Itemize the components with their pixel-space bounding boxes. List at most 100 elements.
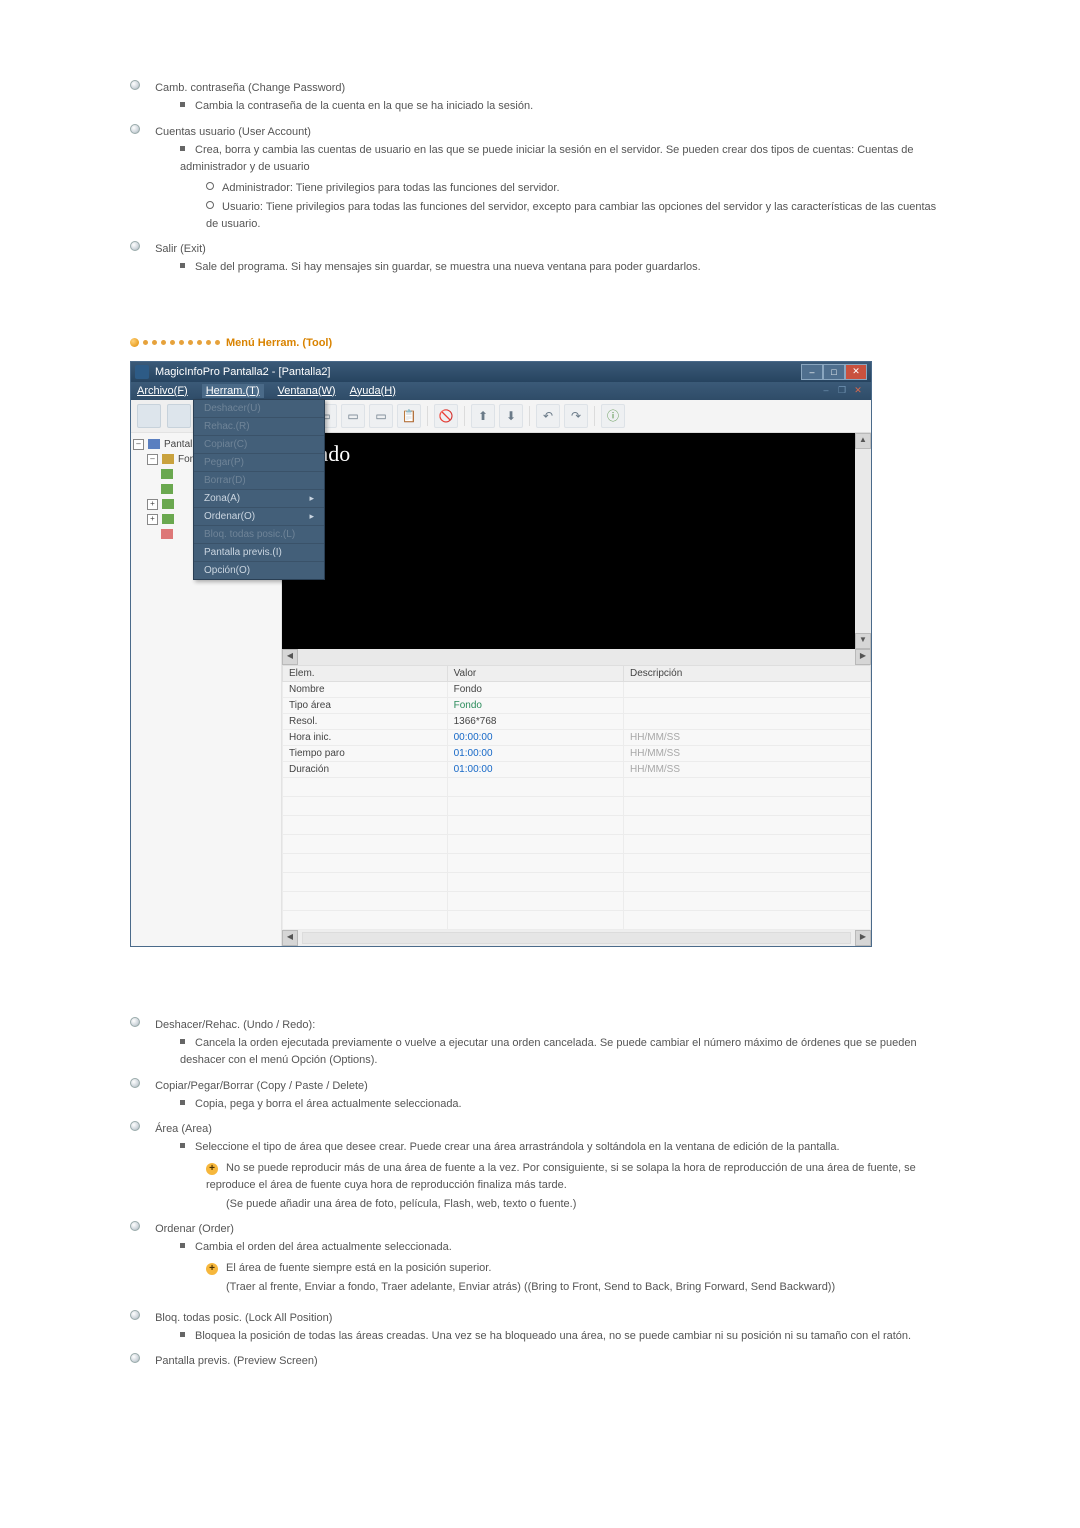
menu-item-delete[interactable]: Borrar(D) bbox=[194, 472, 324, 490]
scroll-up-icon[interactable]: ▲ bbox=[855, 433, 871, 449]
table-row[interactable]: Tipo áreaFondo bbox=[283, 697, 871, 713]
menu-help[interactable]: Ayuda(H) bbox=[350, 385, 396, 397]
menu-item-lock[interactable]: Bloq. todas posic.(L) bbox=[194, 526, 324, 544]
menu-item-order[interactable]: Ordenar(O) bbox=[194, 508, 324, 526]
table-row[interactable]: Hora inic.00:00:00HH/MM/SS bbox=[283, 729, 871, 745]
prop-value: Fondo bbox=[447, 681, 623, 697]
table-row[interactable]: Resol.1366*768 bbox=[283, 713, 871, 729]
lower-item-sub: Cambia el orden del área actualmente sel… bbox=[195, 1241, 452, 1253]
minimize-button[interactable]: – bbox=[801, 364, 823, 380]
scroll-down-icon[interactable]: ▼ bbox=[855, 633, 871, 649]
table-row[interactable]: Tiempo paro01:00:00HH/MM/SS bbox=[283, 745, 871, 761]
prop-desc: HH/MM/SS bbox=[624, 729, 871, 745]
toolbar-icon[interactable]: 🚫 bbox=[434, 404, 458, 428]
doc-close-button[interactable]: ✕ bbox=[851, 385, 865, 397]
prop-value: 00:00:00 bbox=[447, 729, 623, 745]
bullet-ring-icon bbox=[206, 182, 214, 190]
left-tool-icon[interactable] bbox=[137, 404, 161, 428]
tool-menu-dropdown: Deshacer(U) Rehac.(R) Copiar(C) Pegar(P)… bbox=[193, 399, 325, 580]
section-heading-row: Menú Herram. (Tool) bbox=[130, 337, 950, 349]
app-icon bbox=[135, 365, 149, 379]
col-desc: Descripción bbox=[624, 665, 871, 681]
lower-list: Deshacer/Rehac. (Undo / Redo): Cancela l… bbox=[130, 1017, 950, 1368]
intro-item-title: Camb. contraseña (Change Password) bbox=[155, 82, 345, 94]
tree-expand-icon[interactable]: + bbox=[147, 514, 158, 525]
toolbar-send-back-icon[interactable]: ⬇ bbox=[499, 404, 523, 428]
prop-item: Tipo área bbox=[283, 697, 448, 713]
lower-item-title: Deshacer/Rehac. (Undo / Redo): bbox=[155, 1019, 315, 1031]
menu-item-preview[interactable]: Pantalla previs.(I) bbox=[194, 544, 324, 562]
intro-item-subsub: Usuario: Tiene privilegios para todas la… bbox=[206, 201, 936, 230]
scroll-left-icon[interactable]: ◀ bbox=[282, 930, 298, 946]
app-window: MagicInfoPro Pantalla2 - [Pantalla2] – □… bbox=[130, 361, 872, 947]
toolbar-icon[interactable]: 📋 bbox=[397, 404, 421, 428]
intro-item-sub: Cambia la contraseña de la cuenta en la … bbox=[195, 100, 533, 112]
properties-hscrollbar[interactable]: ◀ ▶ bbox=[282, 930, 871, 946]
menu-tool[interactable]: Herram.(T) bbox=[202, 384, 264, 398]
toolbar-icon[interactable]: ▭ bbox=[369, 404, 393, 428]
toolbar-icon[interactable]: ▭ bbox=[341, 404, 365, 428]
toolbar-redo-icon[interactable]: ↷ bbox=[564, 404, 588, 428]
canvas-hscrollbar[interactable]: ◀ ▶ bbox=[282, 649, 871, 665]
node-icon bbox=[161, 529, 173, 539]
node-icon bbox=[161, 484, 173, 494]
intro-list: Camb. contraseña (Change Password) Cambi… bbox=[130, 80, 950, 277]
toolbar-undo-icon[interactable]: ↶ bbox=[536, 404, 560, 428]
menu-window[interactable]: Ventana(W) bbox=[278, 385, 336, 397]
node-icon bbox=[162, 499, 174, 509]
bullet-icon bbox=[130, 1017, 140, 1027]
folder-icon bbox=[162, 454, 174, 464]
menu-item-redo[interactable]: Rehac.(R) bbox=[194, 418, 324, 436]
doc-minimize-button[interactable]: – bbox=[819, 385, 833, 397]
menu-item-paste[interactable]: Pegar(P) bbox=[194, 454, 324, 472]
tree-collapse-icon[interactable]: – bbox=[133, 439, 144, 450]
toolbar-separator bbox=[529, 406, 530, 426]
prop-value: 01:00:00 bbox=[447, 745, 623, 761]
doc-restore-button[interactable]: ❐ bbox=[835, 385, 849, 397]
tree-expand-icon[interactable]: + bbox=[147, 499, 158, 510]
bullet-icon bbox=[130, 1121, 140, 1131]
scroll-left-icon[interactable]: ◀ bbox=[282, 649, 298, 665]
window-title: MagicInfoPro Pantalla2 - [Pantalla2] bbox=[155, 366, 331, 378]
prop-desc: HH/MM/SS bbox=[624, 745, 871, 761]
prop-desc bbox=[624, 713, 871, 729]
plus-icon: + bbox=[206, 1163, 218, 1175]
bullet-ring-icon bbox=[206, 201, 214, 209]
bullet-square-icon bbox=[180, 146, 185, 151]
prop-value: 01:00:00 bbox=[447, 761, 623, 777]
menu-file[interactable]: Archivo(F) bbox=[137, 385, 188, 397]
menu-item-undo[interactable]: Deshacer(U) bbox=[194, 400, 324, 418]
lower-item-sub: Cancela la orden ejecutada previamente o… bbox=[180, 1037, 917, 1067]
bullet-square-icon bbox=[180, 1332, 185, 1337]
table-row[interactable]: NombreFondo bbox=[283, 681, 871, 697]
bullet-icon bbox=[130, 1353, 140, 1363]
lower-item-sub: Seleccione el tipo de área que desee cre… bbox=[195, 1141, 840, 1153]
toolbar-separator bbox=[427, 406, 428, 426]
prop-desc bbox=[624, 681, 871, 697]
intro-item-title: Salir (Exit) bbox=[155, 243, 206, 255]
prop-item: Resol. bbox=[283, 713, 448, 729]
tree-collapse-icon[interactable]: – bbox=[147, 454, 158, 465]
bullet-square-icon bbox=[180, 102, 185, 107]
maximize-button[interactable]: □ bbox=[823, 364, 845, 380]
close-button[interactable]: ✕ bbox=[845, 364, 867, 380]
col-value: Valor bbox=[447, 665, 623, 681]
canvas-area[interactable]: Fondo bbox=[282, 433, 855, 649]
toolbar-bring-front-icon[interactable]: ⬆ bbox=[471, 404, 495, 428]
prop-value: 1366*768 bbox=[447, 713, 623, 729]
canvas-vscrollbar[interactable]: ▲ ▼ bbox=[855, 433, 871, 649]
properties-table: Elem. Valor Descripción NombreFondoTipo … bbox=[282, 665, 871, 930]
menu-item-zone[interactable]: Zona(A) bbox=[194, 490, 324, 508]
col-item: Elem. bbox=[283, 665, 448, 681]
table-row[interactable]: Duración01:00:00HH/MM/SS bbox=[283, 761, 871, 777]
left-tool-icon[interactable] bbox=[167, 404, 191, 428]
toolbar-separator bbox=[594, 406, 595, 426]
scroll-right-icon[interactable]: ▶ bbox=[855, 930, 871, 946]
bullet-icon bbox=[130, 80, 140, 90]
menu-item-copy[interactable]: Copiar(C) bbox=[194, 436, 324, 454]
toolbar-info-icon[interactable]: ⓘ bbox=[601, 404, 625, 428]
titlebar: MagicInfoPro Pantalla2 - [Pantalla2] – □… bbox=[131, 362, 871, 382]
scroll-right-icon[interactable]: ▶ bbox=[855, 649, 871, 665]
menu-item-option[interactable]: Opción(O) bbox=[194, 562, 324, 579]
bullet-icon bbox=[130, 1078, 140, 1088]
